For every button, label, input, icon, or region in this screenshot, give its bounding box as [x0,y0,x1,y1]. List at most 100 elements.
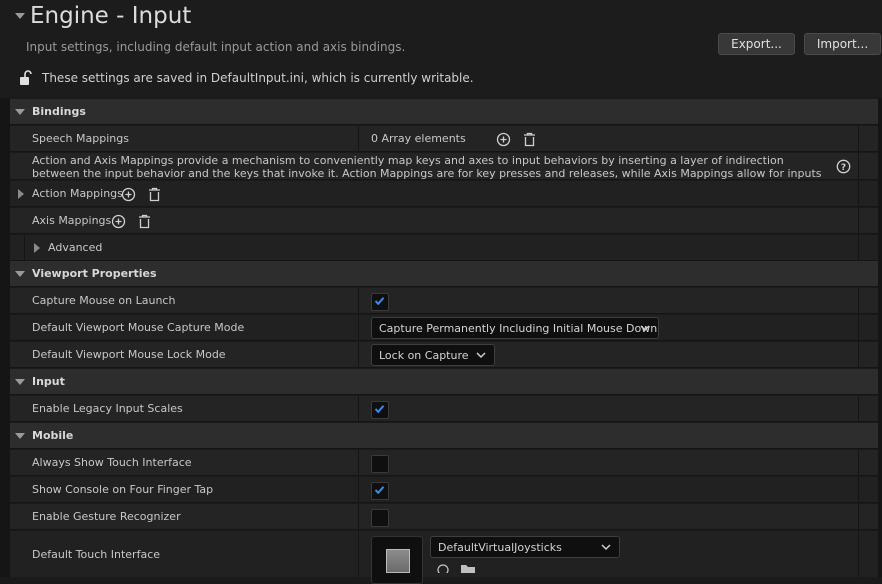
gesture-checkbox[interactable] [371,509,389,527]
column-splitter [858,126,859,151]
page-title: Engine - Input [30,3,192,29]
browse-to-asset-icon[interactable] [436,563,450,576]
import-button[interactable]: Import... [804,33,881,55]
column-splitter[interactable] [358,504,359,529]
advanced-label: Advanced [48,241,103,254]
panel-right-edge [878,98,882,577]
property-row-always-touch: Always Show Touch Interface [10,450,878,476]
column-splitter [858,208,859,233]
property-label: Default Viewport Mouse Lock Mode [32,348,226,361]
always-touch-checkbox[interactable] [371,455,389,473]
column-splitter[interactable] [358,315,359,340]
column-splitter[interactable] [358,126,359,151]
svg-text:?: ? [841,163,846,173]
property-row-gesture: Enable Gesture Recognizer [10,504,878,530]
category-input[interactable]: Input [10,369,878,395]
property-label: Capture Mouse on Launch [32,294,176,307]
lock-mode-dropdown[interactable]: Lock on Capture [371,344,495,366]
column-splitter[interactable] [358,342,359,367]
category-label: Mobile [32,429,74,442]
checkmark-icon [374,405,385,414]
category-mobile[interactable]: Mobile [10,423,878,449]
category-label: Bindings [32,105,86,118]
folder-icon[interactable] [460,563,476,576]
page-subtitle: Input settings, including default input … [26,40,406,54]
config-save-note: These settings are saved in DefaultInput… [42,71,474,85]
column-splitter [858,315,859,340]
chevron-down-icon [640,325,650,332]
column-splitter [858,504,859,529]
trash-icon[interactable] [138,214,151,232]
chevron-down-icon [476,352,486,359]
touch-interface-dropdown[interactable]: DefaultVirtualJoysticks [430,536,620,558]
capture-mode-dropdown[interactable]: Capture Permanently Including Initial Mo… [371,317,659,339]
panel-gutter [0,98,10,577]
chevron-down-icon [601,544,611,551]
column-splitter [858,477,859,502]
add-element-icon[interactable] [496,132,511,150]
property-row-console-tap: Show Console on Four Finger Tap [10,477,878,503]
property-row-speech-mappings: Speech Mappings 0 Array elements [10,126,878,152]
column-splitter [858,288,859,313]
property-row-capture-mouse: Capture Mouse on Launch [10,288,878,314]
expand-caret-icon [15,108,25,115]
array-count: 0 Array elements [371,132,466,145]
property-label: Action Mappings [32,187,123,200]
category-bindings[interactable]: Bindings [10,99,878,125]
property-label: Speech Mappings [32,132,129,145]
property-label: Show Console on Four Finger Tap [32,483,214,496]
add-element-icon[interactable] [111,214,126,232]
property-label: Default Viewport Mouse Capture Mode [32,321,245,334]
category-label: Viewport Properties [32,267,157,280]
dropdown-value: Lock on Capture [379,348,469,362]
help-icon[interactable]: ? [836,159,851,177]
column-splitter [858,153,859,179]
property-row-capture-mode: Default Viewport Mouse Capture Mode Capt… [10,315,878,341]
expand-caret-icon[interactable] [34,243,40,253]
property-row-touch-interface: Default Touch Interface DefaultVirtualJo… [10,531,878,584]
property-row-axis-mappings[interactable]: Axis Mappings [10,208,878,234]
legacy-scales-checkbox[interactable] [371,401,389,419]
property-row-legacy-scales: Enable Legacy Input Scales [10,396,878,422]
property-label: Enable Legacy Input Scales [32,402,183,415]
collapse-caret-icon[interactable] [15,13,25,19]
column-splitter[interactable] [358,396,359,421]
checkmark-icon [374,297,385,306]
dropdown-value: DefaultVirtualJoysticks [438,540,562,554]
bindings-description-row: Action and Axis Mappings provide a mecha… [10,153,878,193]
console-tap-checkbox[interactable] [371,482,389,500]
column-splitter [858,181,859,206]
trash-icon[interactable] [148,187,161,205]
advanced-section[interactable]: Advanced [10,235,878,261]
export-button[interactable]: Export... [718,33,795,55]
column-splitter [858,235,859,260]
add-element-icon[interactable] [121,187,136,205]
asset-thumbnail-image [386,549,410,573]
column-splitter [858,342,859,367]
property-label: Enable Gesture Recognizer [32,510,181,523]
column-splitter[interactable] [358,531,359,577]
indent-guide [24,235,25,261]
column-splitter [858,450,859,475]
property-row-action-mappings[interactable]: Action Mappings [10,181,878,207]
expand-caret-icon [15,270,25,277]
trash-icon[interactable] [523,132,536,150]
column-splitter[interactable] [358,477,359,502]
property-row-lock-mode: Default Viewport Mouse Lock Mode Lock on… [10,342,878,368]
checkmark-icon [374,486,385,495]
expand-caret-icon [15,378,25,385]
dropdown-value: Capture Permanently Including Initial Mo… [379,321,658,335]
unlock-icon [19,70,33,86]
category-viewport-properties[interactable]: Viewport Properties [10,261,878,287]
capture-mouse-checkbox[interactable] [371,293,389,311]
column-splitter[interactable] [358,450,359,475]
property-label: Default Touch Interface [32,547,161,561]
category-label: Input [32,375,65,388]
expand-caret-icon [15,432,25,439]
column-splitter [858,396,859,421]
column-splitter [858,531,859,577]
property-label: Axis Mappings [32,214,112,227]
property-label: Always Show Touch Interface [32,456,192,469]
expand-caret-icon[interactable] [18,189,24,199]
column-splitter[interactable] [358,288,359,313]
